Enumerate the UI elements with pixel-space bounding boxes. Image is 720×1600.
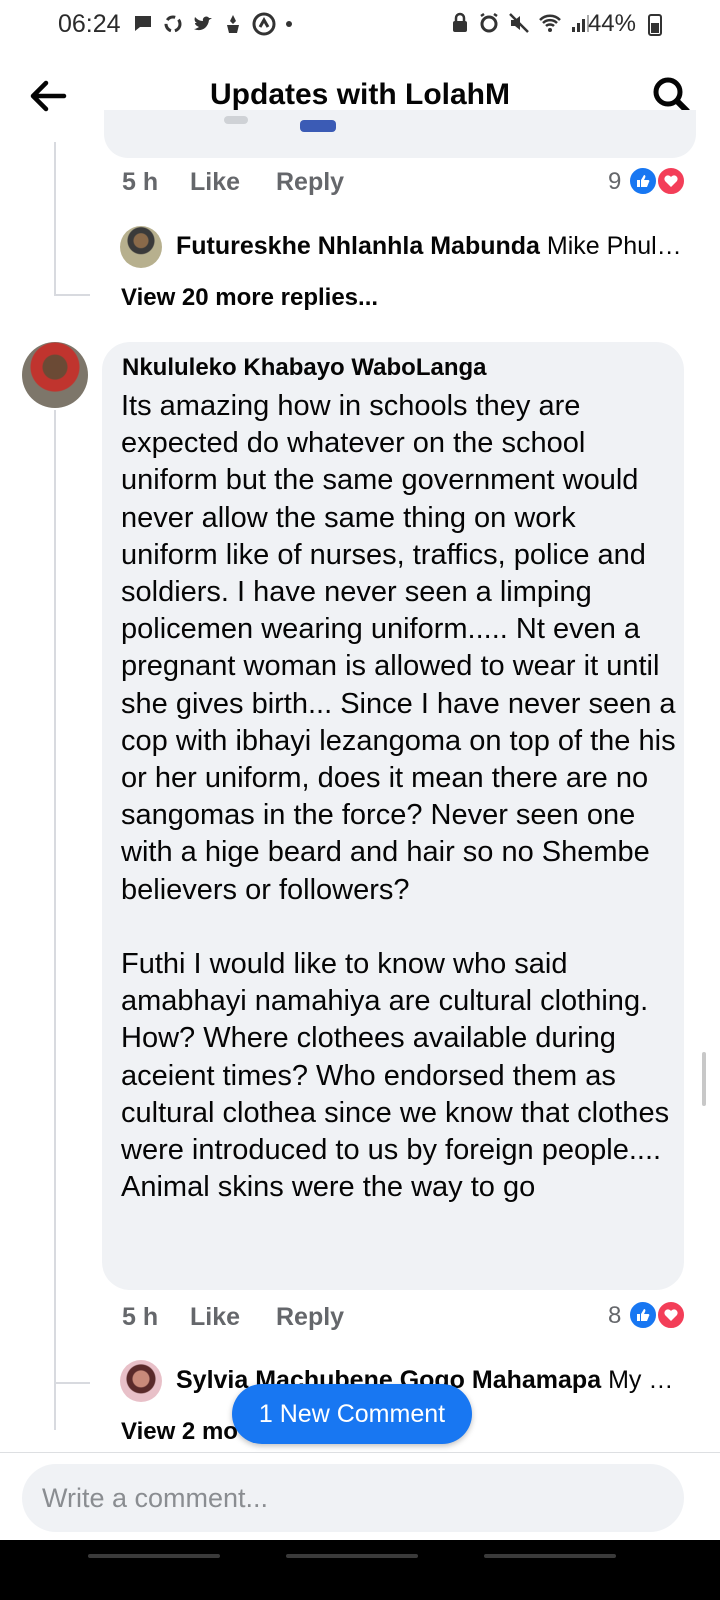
lock-icon — [453, 12, 467, 32]
like-reaction-icon — [628, 1300, 658, 1330]
view-more-replies[interactable]: View 2 mo — [121, 1418, 238, 1446]
system-icons — [450, 12, 590, 34]
battery-percent: 44% — [587, 10, 636, 37]
love-reaction-icon — [656, 1300, 686, 1330]
alarm-icon — [480, 12, 498, 33]
notification-icons — [132, 12, 294, 36]
nav-home-button[interactable] — [286, 1554, 418, 1558]
dot-icon — [286, 21, 292, 27]
status-time: 06:24 — [58, 10, 121, 38]
app-icon-2 — [252, 12, 276, 36]
wifi-icon — [539, 14, 561, 32]
love-reaction-icon — [656, 166, 686, 196]
reply-button[interactable]: Reply — [276, 1303, 344, 1332]
system-nav-bar — [0, 1540, 720, 1600]
comment-input[interactable] — [22, 1464, 684, 1532]
thread-branch — [54, 1360, 90, 1384]
comment-author-avatar[interactable] — [22, 342, 88, 408]
reply-snippet: My br... — [608, 1366, 684, 1394]
comment-time: 5 h — [122, 168, 159, 196]
message-icon — [135, 16, 151, 31]
comment-time: 5 h — [122, 1303, 159, 1331]
reply-author-name[interactable]: Futureskhe Nhlanhla Mabunda — [176, 232, 540, 260]
like-button[interactable]: Like — [190, 1303, 240, 1332]
reply-avatar[interactable] — [120, 1360, 162, 1402]
reaction-count[interactable]: 9 — [608, 168, 621, 196]
twitter-icon — [194, 16, 212, 31]
comment-paragraph: Futhi I would like to know who said amab… — [121, 948, 670, 1204]
new-comment-button[interactable]: 1 New Comment — [232, 1384, 472, 1444]
reply-button[interactable]: Reply — [276, 168, 344, 197]
page-title: Updates with LolahM — [210, 78, 510, 111]
reply-avatar[interactable] — [120, 226, 162, 268]
nav-recents-button[interactable] — [88, 1554, 220, 1558]
nav-back-button[interactable] — [484, 1554, 616, 1558]
comment-paragraph: Its amazing how in schools they are expe… — [121, 390, 676, 906]
like-button[interactable]: Like — [190, 168, 240, 197]
sync-icon — [164, 15, 182, 33]
comment-body: Its amazing how in schools they are expe… — [121, 388, 677, 1206]
reaction-count[interactable]: 8 — [608, 1302, 621, 1330]
app-icon — [227, 15, 239, 33]
mute-icon — [509, 13, 529, 33]
previous-comment-bubble — [104, 110, 696, 158]
comment-author-name[interactable]: Nkululeko Khabayo WaboLanga — [122, 354, 487, 382]
scrollbar-thumb[interactable] — [702, 1052, 706, 1106]
composer-divider — [0, 1452, 720, 1453]
reply-snippet: Mike Phula... — [546, 232, 684, 260]
view-more-replies[interactable]: View 20 more replies... — [121, 284, 378, 312]
thread-line — [54, 410, 56, 1430]
like-reaction-icon — [628, 166, 658, 196]
reply-preview[interactable]: Futureskhe Nhlanhla Mabunda Mike Phula..… — [176, 232, 684, 261]
battery-icon — [648, 14, 662, 36]
thread-branch — [54, 240, 90, 296]
